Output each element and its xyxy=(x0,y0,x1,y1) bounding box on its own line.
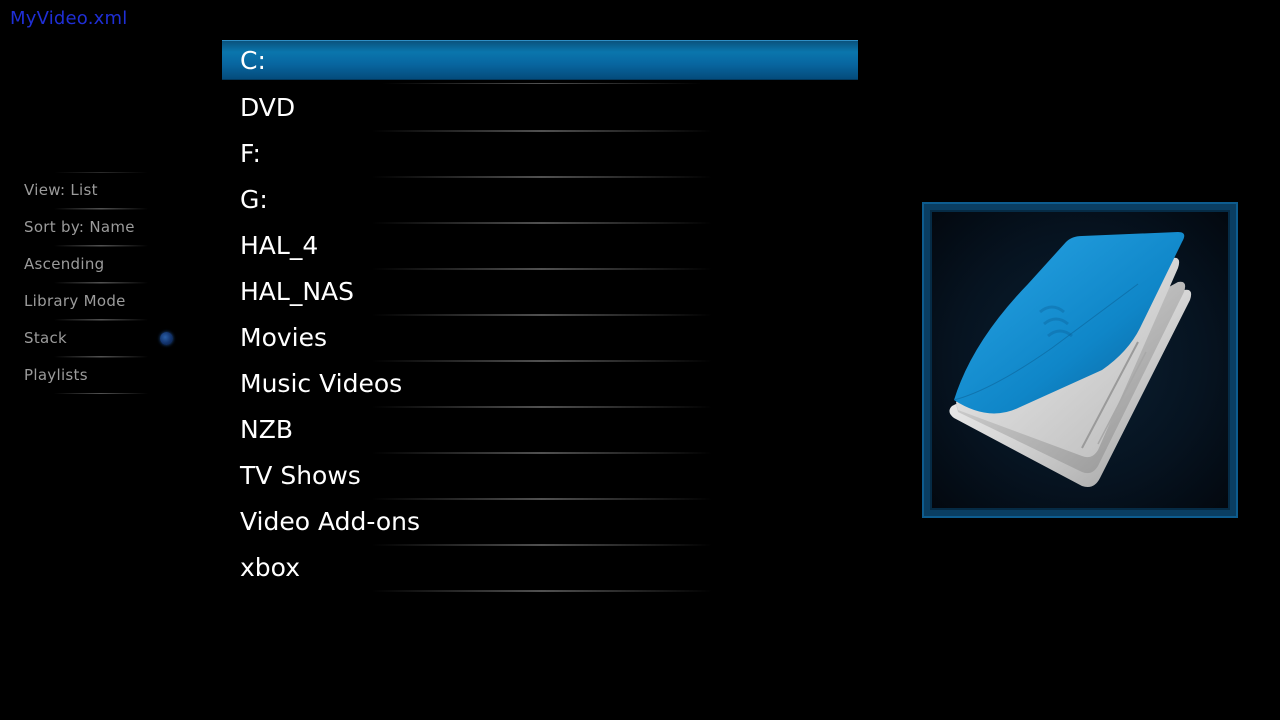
list-item-label: HAL_NAS xyxy=(240,277,355,306)
list-item-label: xbox xyxy=(240,553,300,582)
source-list: C: DVD F: G: HAL_4 HAL_NAS Movies Music … xyxy=(222,40,858,592)
list-item[interactable]: Music Videos xyxy=(222,362,858,408)
thumbnail-image xyxy=(930,210,1230,510)
list-item[interactable]: NZB xyxy=(222,408,858,454)
list-item[interactable]: HAL_NAS xyxy=(222,270,858,316)
stack-radio-icon xyxy=(160,332,173,345)
list-item-label: Movies xyxy=(240,323,328,352)
list-item-label: Video Add-ons xyxy=(240,507,421,536)
list-item[interactable]: HAL_4 xyxy=(222,224,858,270)
list-item-label: F: xyxy=(240,139,261,168)
list-item-label: C: xyxy=(240,46,266,75)
list-item-label: G: xyxy=(240,185,268,214)
stack-label: Stack xyxy=(24,329,68,347)
list-item[interactable]: F: xyxy=(222,132,858,178)
video-browser-screen: MyVideo.xml View: List Sort by: Name Asc… xyxy=(0,0,1280,720)
sort-by-label: Sort by: Name xyxy=(24,218,135,236)
folder-icon xyxy=(949,232,1192,487)
list-item[interactable]: C: xyxy=(222,40,858,84)
list-item-label: TV Shows xyxy=(240,461,361,490)
list-item-label: HAL_4 xyxy=(240,231,319,260)
thumbnail-panel xyxy=(922,202,1238,518)
library-mode-label: Library Mode xyxy=(24,292,126,310)
window-title: MyVideo.xml xyxy=(10,8,128,29)
list-item[interactable]: Video Add-ons xyxy=(222,500,858,546)
list-item[interactable]: G: xyxy=(222,178,858,224)
sort-order-label: Ascending xyxy=(24,255,105,273)
list-item-label: DVD xyxy=(240,93,296,122)
list-item[interactable]: xbox xyxy=(222,546,858,592)
playlists-label: Playlists xyxy=(24,366,88,384)
playlists-button[interactable]: Playlists xyxy=(14,357,184,394)
view-mode-label: View: List xyxy=(24,181,98,199)
view-mode-button[interactable]: View: List xyxy=(14,172,184,209)
list-item-label: Music Videos xyxy=(240,369,403,398)
sort-by-button[interactable]: Sort by: Name xyxy=(14,209,184,246)
sort-order-button[interactable]: Ascending xyxy=(14,246,184,283)
list-item[interactable]: TV Shows xyxy=(222,454,858,500)
options-menu: View: List Sort by: Name Ascending Libra… xyxy=(14,172,184,394)
library-mode-button[interactable]: Library Mode xyxy=(14,283,184,320)
list-item-label: NZB xyxy=(240,415,293,444)
list-item[interactable]: DVD xyxy=(222,86,858,132)
stack-toggle[interactable]: Stack xyxy=(14,320,184,357)
list-item[interactable]: Movies xyxy=(222,316,858,362)
